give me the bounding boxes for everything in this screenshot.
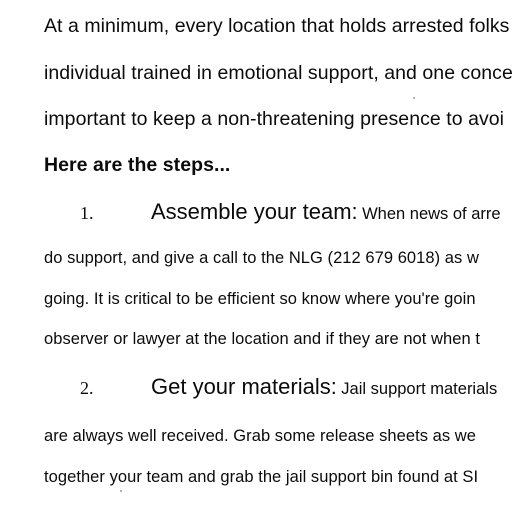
scan-speck bbox=[413, 97, 415, 99]
intro-line-2: individual trained in emotional support,… bbox=[44, 62, 512, 84]
step-2-line-2: are always well received. Grab some rele… bbox=[44, 427, 476, 445]
step-1-first-line: Assemble your team: When news of arre bbox=[151, 199, 501, 225]
step-1-line-4: observer or lawyer at the location and i… bbox=[44, 330, 480, 348]
document-page: At a minimum, every location that holds … bbox=[0, 0, 512, 512]
step-2-title: Get your materials: bbox=[151, 374, 337, 399]
step-2-first-line: Get your materials: Jail support materia… bbox=[151, 374, 497, 400]
step-1-number: 1. bbox=[80, 203, 94, 223]
intro-line-3: important to keep a non-threatening pres… bbox=[44, 108, 505, 130]
step-1-title: Assemble your team: bbox=[151, 199, 358, 224]
step-2-number: 2. bbox=[80, 378, 94, 398]
scan-speck bbox=[120, 490, 122, 492]
step-1-line-2: do support, and give a call to the NLG (… bbox=[44, 249, 479, 267]
step-2-line-3: together your team and grab the jail sup… bbox=[44, 468, 479, 486]
intro-line-1: At a minimum, every location that holds … bbox=[44, 15, 510, 37]
step-2-first-line-text: Jail support materials bbox=[341, 380, 498, 398]
steps-heading: Here are the steps... bbox=[44, 154, 231, 176]
step-1-line-3: going. It is critical to be efficient so… bbox=[44, 290, 476, 308]
step-1-first-line-text: When news of arre bbox=[362, 205, 501, 223]
